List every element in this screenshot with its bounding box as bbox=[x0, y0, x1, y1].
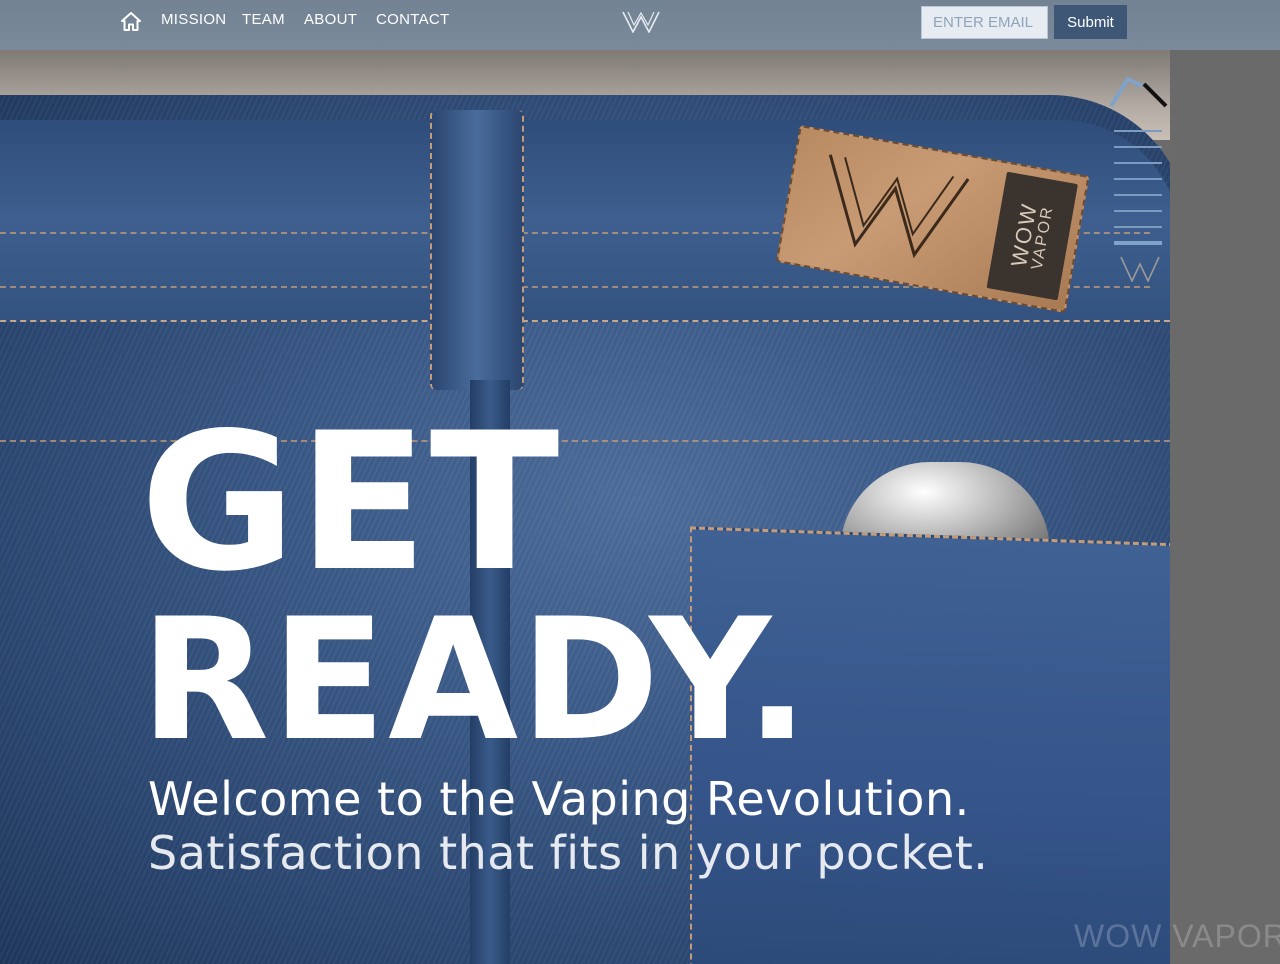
scroll-nav-bar[interactable] bbox=[1114, 226, 1162, 228]
scroll-nav-bar[interactable] bbox=[1114, 194, 1162, 196]
scroll-nav-bar[interactable] bbox=[1114, 178, 1162, 180]
scroll-nav-bar[interactable] bbox=[1114, 146, 1162, 148]
tagline-line-1: Welcome to the Vaping Revolution. bbox=[148, 772, 970, 826]
top-nav: MISSION TEAM ABOUT CONTACT Submit bbox=[0, 0, 1280, 50]
nav-link-contact[interactable]: CONTACT bbox=[376, 11, 449, 28]
scroll-nav-bar[interactable] bbox=[1114, 210, 1162, 212]
headline-line-1: GET bbox=[140, 392, 562, 613]
patch-brand-label: WOW VAPOR bbox=[986, 171, 1078, 301]
home-icon[interactable] bbox=[121, 12, 141, 31]
nav-link-team[interactable]: TEAM bbox=[242, 11, 285, 28]
side-panel bbox=[1170, 50, 1280, 964]
chevron-up-icon[interactable] bbox=[1108, 76, 1170, 110]
email-input[interactable] bbox=[921, 6, 1048, 39]
nav-link-about[interactable]: ABOUT bbox=[304, 11, 357, 28]
scroll-nav-bar[interactable] bbox=[1114, 162, 1162, 164]
headline-line-2: READY. bbox=[140, 582, 812, 778]
patch-w-logo-icon bbox=[828, 154, 970, 259]
submit-button[interactable]: Submit bbox=[1054, 5, 1127, 39]
brand-watermark: WOW VAPOR bbox=[1074, 918, 1280, 954]
scroll-nav-bar[interactable] bbox=[1114, 130, 1162, 132]
tagline-line-2: Satisfaction that fits in your pocket. bbox=[148, 826, 989, 880]
belt-loop bbox=[430, 110, 524, 390]
side-w-logo-icon bbox=[1120, 256, 1160, 282]
nav-link-mission[interactable]: MISSION bbox=[161, 11, 226, 28]
scroll-nav-bar-active[interactable] bbox=[1114, 241, 1162, 245]
w-logo-icon[interactable] bbox=[622, 11, 660, 33]
